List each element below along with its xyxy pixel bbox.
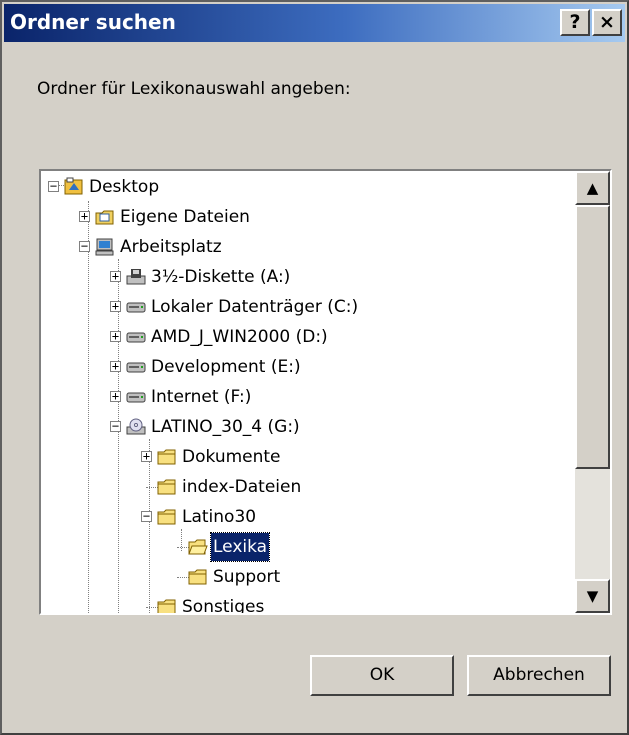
close-button[interactable]: × bbox=[592, 9, 622, 36]
help-button[interactable]: ? bbox=[560, 9, 590, 36]
expand-icon[interactable]: + bbox=[110, 330, 121, 342]
my-documents-icon bbox=[95, 207, 115, 227]
browse-folder-dialog: Ordner suchen ? × Ordner für Lexikonausw… bbox=[0, 0, 629, 735]
tree-item-label: index-Dateien bbox=[182, 477, 302, 497]
expand-icon[interactable]: + bbox=[141, 450, 152, 462]
tree-item-label: Latino30 bbox=[182, 507, 257, 527]
ok-button[interactable]: OK bbox=[310, 655, 454, 696]
tree-item[interactable]: + Lokaler Datenträger (C:) bbox=[41, 293, 575, 321]
tree-item-label: LATINO_30_4 (G:) bbox=[151, 417, 300, 437]
collapse-icon[interactable]: − bbox=[79, 240, 90, 252]
desktop-icon bbox=[64, 177, 84, 197]
tree-item[interactable]: − LATINO_30_4 (G:) bbox=[41, 413, 575, 441]
folder-icon bbox=[157, 597, 177, 613]
tree-item[interactable]: + Eigene Dateien bbox=[41, 203, 575, 231]
tree-item-label: Desktop bbox=[89, 177, 160, 197]
tree-item-label: AMD_J_WIN2000 (D:) bbox=[151, 327, 328, 347]
tree-item-label: Development (E:) bbox=[151, 357, 301, 377]
folder-icon bbox=[157, 507, 177, 527]
scroll-thumb[interactable] bbox=[575, 205, 610, 469]
title-bar[interactable]: Ordner suchen ? × bbox=[4, 4, 625, 42]
hard-drive-icon bbox=[126, 297, 146, 317]
cd-drive-icon bbox=[126, 417, 146, 437]
tree-item-label: Arbeitsplatz bbox=[120, 237, 222, 257]
expand-icon[interactable]: + bbox=[110, 360, 121, 372]
tree-item[interactable]: + Dokumente bbox=[41, 443, 575, 471]
collapse-icon[interactable]: − bbox=[110, 420, 121, 432]
tree-item-label: Support bbox=[213, 567, 281, 587]
tree-item-label: Lexika bbox=[209, 532, 271, 562]
expand-icon[interactable]: + bbox=[110, 300, 121, 312]
tree-item-label: Internet (F:) bbox=[151, 387, 252, 407]
tree-item[interactable]: + Internet (F:) bbox=[41, 383, 575, 411]
tree-item[interactable]: − Desktop bbox=[41, 173, 575, 201]
tree-item[interactable]: − Arbeitsplatz bbox=[41, 233, 575, 261]
open-folder-icon bbox=[188, 537, 208, 557]
expand-icon[interactable]: + bbox=[79, 210, 90, 222]
scroll-down-button[interactable]: ▼ bbox=[575, 579, 610, 613]
hard-drive-icon bbox=[126, 357, 146, 377]
expand-icon[interactable]: + bbox=[110, 390, 121, 402]
collapse-icon[interactable]: − bbox=[141, 510, 152, 522]
tree-item[interactable]: + AMD_J_WIN2000 (D:) bbox=[41, 323, 575, 351]
folder-icon bbox=[188, 567, 208, 587]
collapse-icon[interactable]: − bbox=[48, 180, 59, 192]
tree-item-label: 3½-Diskette (A:) bbox=[151, 267, 291, 287]
tree-item-label: Sonstiges bbox=[182, 597, 265, 613]
cancel-button[interactable]: Abbrechen bbox=[467, 655, 611, 696]
hard-drive-icon bbox=[126, 327, 146, 347]
vertical-scrollbar[interactable]: ▲ ▼ bbox=[575, 171, 610, 613]
folder-icon bbox=[157, 477, 177, 497]
tree-item[interactable]: +3½-Diskette (A:) bbox=[41, 263, 575, 291]
tree-item[interactable]: index-Dateien bbox=[41, 473, 575, 501]
tree-item-label: Eigene Dateien bbox=[120, 207, 250, 227]
folder-tree[interactable]: − Desktop + Eigene Dateien − Arbeitsplatz +3½-… bbox=[39, 169, 612, 615]
instruction-text: Ordner für Lexikonauswahl angeben: bbox=[37, 79, 351, 99]
tree-item[interactable]: Support bbox=[41, 563, 575, 591]
floppy-drive-icon bbox=[126, 267, 146, 287]
scroll-up-button[interactable]: ▲ bbox=[575, 171, 610, 205]
window-title: Ordner suchen bbox=[10, 10, 176, 34]
folder-icon bbox=[157, 447, 177, 467]
tree-item[interactable]: Lexika bbox=[41, 532, 575, 562]
tree-item-label: Dokumente bbox=[182, 447, 281, 467]
my-computer-icon bbox=[95, 237, 115, 257]
hard-drive-icon bbox=[126, 387, 146, 407]
tree-item-label: Lokaler Datenträger (C:) bbox=[151, 297, 359, 317]
tree-item[interactable]: Sonstiges bbox=[41, 593, 575, 613]
expand-icon[interactable]: + bbox=[110, 270, 121, 282]
tree-item[interactable]: − Latino30 bbox=[41, 503, 575, 531]
tree-item[interactable]: + Development (E:) bbox=[41, 353, 575, 381]
tree-view-area: − Desktop + Eigene Dateien − Arbeitsplatz +3½-… bbox=[41, 171, 575, 613]
